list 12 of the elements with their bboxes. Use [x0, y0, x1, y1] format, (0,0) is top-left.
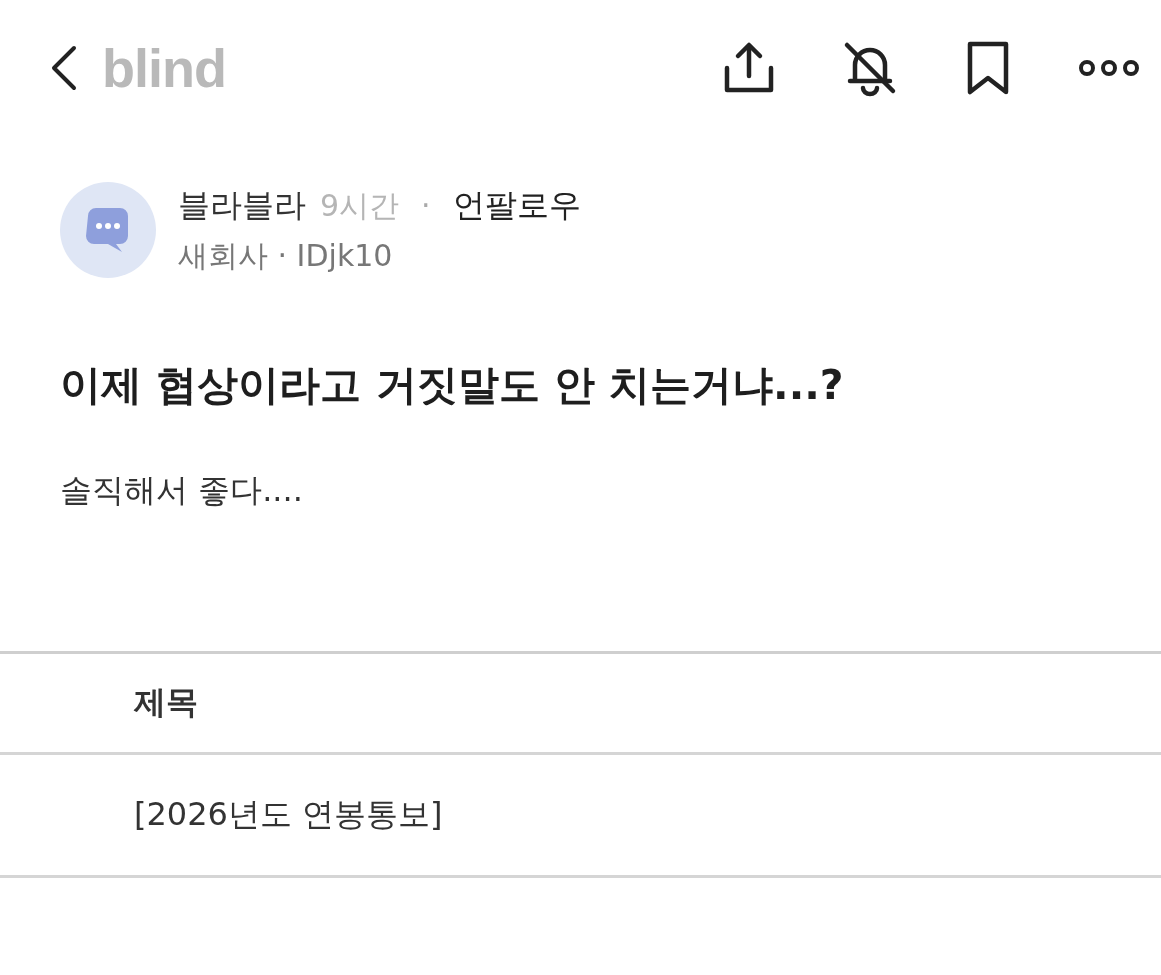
avatar-icon — [60, 182, 156, 278]
separator-dot: · — [421, 187, 431, 223]
unfollow-button[interactable]: 언팔로우 — [452, 183, 581, 228]
author-company: 새회사 · IDjk10 — [178, 236, 394, 275]
more-icon[interactable] — [1077, 58, 1141, 78]
table-header: 제목 — [134, 682, 198, 723]
post-title: 이제 협상이라고 거짓말도 안 치는거냐...? — [60, 360, 845, 411]
post-body: 솔직해서 좋다.... — [60, 470, 304, 511]
logo: blind — [102, 37, 226, 99]
table-cell-text: [2026년도 연봉통보] — [134, 794, 443, 835]
post-time: 9시간 — [320, 186, 400, 225]
author-name[interactable]: 블라블라 — [178, 183, 306, 228]
